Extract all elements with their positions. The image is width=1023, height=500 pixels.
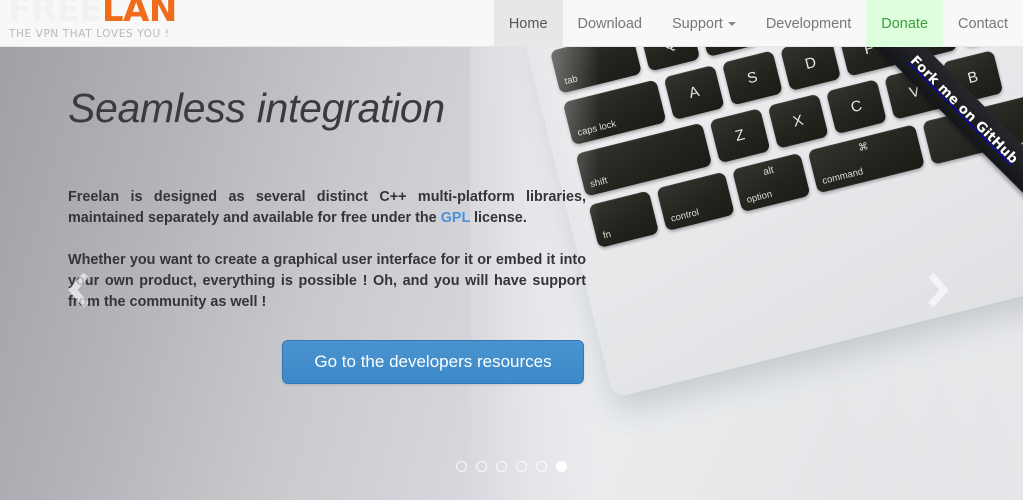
developers-resources-button-label: Go to the developers resources — [314, 352, 552, 371]
nav-item-development[interactable]: Development — [751, 0, 866, 47]
nav-item-download[interactable]: Download — [563, 0, 658, 47]
key-label: command — [821, 166, 865, 187]
hero-title: Seamless integration — [68, 85, 445, 131]
carousel-indicator-6[interactable] — [556, 461, 567, 472]
gpl-license-link[interactable]: GPL — [441, 210, 470, 226]
nav-label-download: Download — [577, 15, 643, 32]
key-s: S — [721, 50, 783, 106]
carousel-prev-button[interactable] — [62, 269, 96, 311]
hero-paragraph-1-text-after: license. — [470, 210, 527, 226]
logo-wordmark: FREELAN — [8, 0, 177, 29]
logo-text-lan: LAN — [101, 0, 177, 30]
key-label: Q — [642, 47, 697, 59]
nav-item-donate[interactable]: Donate — [866, 0, 944, 47]
key-x: X — [767, 93, 829, 149]
carousel-indicator-3[interactable] — [496, 461, 507, 472]
top-navbar: FREELAN THE VPN THAT LOVES YOU ! Home Do… — [0, 0, 1023, 47]
chevron-down-icon — [727, 21, 736, 26]
key-label: C — [849, 97, 864, 117]
hero-paragraph-2: Whether you want to create a graphical u… — [68, 252, 586, 310]
key-label: D — [803, 53, 818, 74]
hero-paragraph-1: Freelan is designed as several distinct … — [68, 187, 586, 229]
nav-menu: Home Download Support Development Donate… — [493, 0, 1023, 47]
key-label: S — [745, 68, 760, 88]
nav-label-contact: Contact — [958, 15, 1008, 32]
key-q: Q — [639, 47, 701, 72]
key-z: Z — [709, 108, 771, 164]
site-logo[interactable]: FREELAN THE VPN THAT LOVES YOU ! — [8, 0, 177, 45]
carousel-indicator-4[interactable] — [516, 461, 527, 472]
carousel-indicator-1[interactable] — [456, 461, 467, 472]
key-d: D — [780, 47, 842, 92]
nav-item-home[interactable]: Home — [493, 0, 563, 47]
nav-item-support[interactable]: Support — [657, 0, 751, 47]
hero-carousel: esc ☀F1 ☀F2 ▤F3 ▩F4 ☼F5 ☼F6 ~` !1 @2 #3 … — [0, 47, 1023, 500]
key-control: control — [656, 171, 735, 232]
key-c: C — [825, 79, 887, 135]
key-label: X — [791, 111, 806, 131]
key-label: Z — [733, 126, 747, 146]
nav-label-development: Development — [765, 15, 852, 32]
carousel-indicator-2[interactable] — [476, 461, 487, 472]
logo-tagline: THE VPN THAT LOVES YOU ! — [9, 28, 170, 40]
key-glyph: alt — [762, 164, 775, 178]
developers-resources-button[interactable]: Go to the developers resources — [282, 340, 584, 384]
carousel-next-button[interactable] — [920, 269, 954, 311]
nav-label-donate: Donate — [881, 15, 929, 32]
nav-label-home: Home — [508, 15, 548, 32]
carousel-indicator-5[interactable] — [536, 461, 547, 472]
carousel-indicators — [0, 461, 1023, 472]
nav-label-support: Support — [672, 15, 723, 32]
chevron-right-icon — [928, 272, 949, 308]
key-a: A — [663, 64, 725, 121]
logo-text-free: FREE — [8, 0, 102, 30]
key-label: A — [687, 83, 702, 102]
key-option: alt option — [731, 152, 811, 213]
key-label: control — [669, 207, 701, 225]
nav-item-contact[interactable]: Contact — [943, 0, 1023, 47]
chevron-left-icon — [68, 272, 89, 308]
key-label: option — [745, 188, 774, 206]
